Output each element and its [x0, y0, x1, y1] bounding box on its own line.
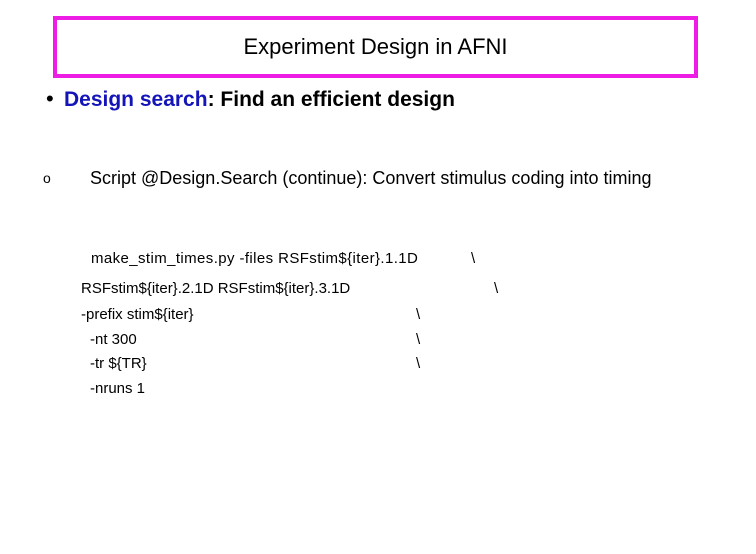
- sub-bullet-text: Script @Design.Search (continue): Conver…: [90, 168, 652, 188]
- code-line-2: RSFstim${iter}.2.1D RSFstim${iter}.3.1D: [81, 280, 351, 297]
- slide-title-box: Experiment Design in AFNI: [53, 16, 698, 78]
- code-line-6: -nruns 1: [90, 380, 146, 397]
- continuation-4: \: [416, 331, 421, 348]
- circle-bullet-icon: o: [43, 170, 51, 186]
- code-line-5: -tr ${TR}: [90, 355, 147, 372]
- slide-title: Experiment Design in AFNI: [243, 34, 508, 59]
- bullet-dot-icon: •: [46, 86, 54, 111]
- code-line-1: make_stim_times.py -files RSFstim${iter}…: [91, 250, 419, 267]
- continuation-5: \: [416, 355, 421, 372]
- continuation-3: \: [416, 306, 421, 323]
- bullet-rest: : Find an efficient design: [207, 88, 455, 111]
- main-bullet: Design search: Find an efficient design: [64, 88, 455, 112]
- code-line-4: -nt 300: [90, 331, 137, 348]
- continuation-1: \: [471, 250, 476, 267]
- bullet-highlight: Design search: [64, 88, 208, 111]
- continuation-2: \: [494, 280, 499, 297]
- code-line-3: -prefix stim${iter}: [81, 306, 194, 323]
